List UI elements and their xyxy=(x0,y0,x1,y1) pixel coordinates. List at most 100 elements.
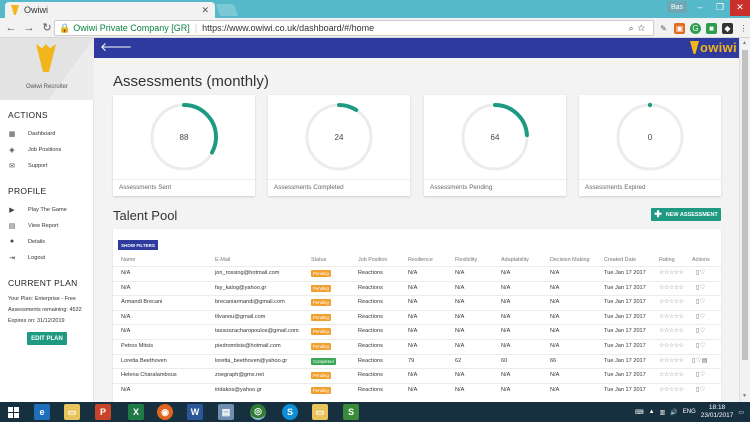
rating-stars[interactable]: ☆☆☆☆☆ xyxy=(659,357,684,364)
firefox-icon[interactable]: ◉ xyxy=(157,404,173,420)
heart-icon[interactable]: ♡ xyxy=(700,314,706,320)
bookmark-star-icon[interactable]: ☆ xyxy=(638,23,649,33)
extension-square-icon[interactable]: ■ xyxy=(706,22,717,34)
column-header-resilience[interactable]: Resilience xyxy=(408,257,433,263)
sidebar-item-job-positions[interactable]: ◈ Job Positions xyxy=(8,146,61,154)
table-row[interactable]: N/A iridakos@yahoo.gr Pending Reactions N/A N… xyxy=(113,382,721,397)
scrollbar-thumb[interactable] xyxy=(742,50,748,360)
sidebar-item-view-report[interactable]: ▤ View Report xyxy=(8,222,59,230)
column-header-rating[interactable]: Rating xyxy=(659,257,675,263)
column-header-adaptability[interactable]: Adaptability xyxy=(501,257,529,263)
snagit-icon[interactable]: S xyxy=(343,404,359,420)
scroll-down-icon[interactable]: ▼ xyxy=(742,393,747,399)
column-header-created-date[interactable]: Created Date xyxy=(604,257,636,263)
rating-stars[interactable]: ☆☆☆☆☆ xyxy=(659,313,684,320)
edit-plan-button[interactable]: EDIT PLAN xyxy=(27,332,67,345)
cell-resilience: N/A xyxy=(408,313,418,320)
browser-tab[interactable]: Owiwi ✕ xyxy=(5,2,215,18)
column-header-status[interactable]: Status xyxy=(311,257,326,263)
rating-stars[interactable]: ☆☆☆☆☆ xyxy=(659,269,684,276)
sidebar-item-logout[interactable]: ⇥ Logout xyxy=(8,254,45,262)
table-row[interactable]: Helena Charalambous zoegraph@gmx.net Pendi… xyxy=(113,368,721,382)
rating-stars[interactable]: ☆☆☆☆☆ xyxy=(659,284,684,291)
excel-icon[interactable]: X xyxy=(128,404,144,420)
heart-icon[interactable]: ♡ xyxy=(700,328,706,334)
table-row[interactable]: Petros Mitsis piedromitsis@hotmail.com Pen… xyxy=(113,339,721,353)
extension-g-icon[interactable]: G xyxy=(690,22,701,34)
forward-icon[interactable]: → xyxy=(22,22,36,34)
cell-decision-making: N/A xyxy=(550,343,560,349)
table-row[interactable]: N/A tlivanou@gmail.com Pending Reactions N/A… xyxy=(113,309,721,324)
cell-resilience: N/A xyxy=(408,299,418,306)
tray-arrow-icon[interactable]: ▲ xyxy=(649,409,655,415)
column-header-actions[interactable]: Actions xyxy=(692,257,710,263)
extension-dark-icon[interactable]: ◆ xyxy=(722,22,733,34)
skype-icon[interactable]: S xyxy=(282,404,298,420)
back-arrow-icon[interactable]: 🡐 xyxy=(100,39,132,54)
new-assessment-button[interactable]: ✚ NEW ASSESSMENT xyxy=(651,208,721,221)
notepad-icon[interactable]: ▤ xyxy=(218,404,234,420)
heart-icon[interactable]: ♡ xyxy=(700,343,706,349)
sidebar-item-support[interactable]: ✉ Support xyxy=(8,162,48,170)
back-icon[interactable]: ← xyxy=(4,22,18,34)
maximize-icon[interactable]: ❐ xyxy=(710,0,730,16)
heart-icon[interactable]: ♡ xyxy=(700,299,706,305)
table-row[interactable]: N/A tassoszacharopoulos@gmail.com Pending R… xyxy=(113,324,721,338)
close-window-icon[interactable]: ✕ xyxy=(730,0,750,16)
extension-pen-icon[interactable]: ✎ xyxy=(658,23,669,34)
keyboard-icon[interactable]: ⌨ xyxy=(635,409,644,416)
rating-stars[interactable]: ☆☆☆☆☆ xyxy=(659,327,684,334)
notifications-icon[interactable]: ▭ xyxy=(738,409,744,416)
folder-icon[interactable]: ▭ xyxy=(312,404,328,420)
chrome-icon[interactable]: ◎ xyxy=(250,404,266,420)
rating-stars[interactable]: ☆☆☆☆☆ xyxy=(659,386,684,393)
rating-stars[interactable]: ☆☆☆☆☆ xyxy=(659,298,684,305)
network-icon[interactable]: ▥ xyxy=(660,409,666,416)
person-icon: ● xyxy=(9,238,15,245)
heart-icon[interactable]: ♡ xyxy=(700,372,706,378)
column-header-email[interactable]: E-Mail xyxy=(215,257,230,263)
column-header-name[interactable]: Name xyxy=(121,257,135,263)
word-icon[interactable]: W xyxy=(187,404,203,420)
menu-dots-icon[interactable]: ⋮ xyxy=(738,23,749,34)
table-row[interactable]: N/A jon_rossing@hotmail.com Pending Reactio… xyxy=(113,266,721,280)
page-scrollbar[interactable]: ▲ ▼ xyxy=(739,38,750,402)
minimize-icon[interactable]: – xyxy=(690,0,710,16)
clock[interactable]: 18:18 23/01/2017 xyxy=(701,404,734,420)
column-header-flexibility[interactable]: Flexibility xyxy=(455,257,477,263)
heart-icon[interactable]: ♡ xyxy=(700,285,706,291)
extension-badge-icon[interactable]: ▣ xyxy=(674,22,685,34)
cell-decision-making: N/A xyxy=(550,313,560,320)
start-button[interactable] xyxy=(0,402,26,422)
language-indicator[interactable]: ENG xyxy=(683,409,696,415)
address-bar[interactable]: 🔒 Owiwi Private Company [GR] | https://w… xyxy=(54,20,654,36)
reload-icon[interactable]: ↻ xyxy=(40,21,54,34)
powerpoint-icon[interactable]: P xyxy=(95,404,111,420)
heart-icon[interactable]: ♡ xyxy=(700,270,706,276)
rating-stars[interactable]: ☆☆☆☆☆ xyxy=(659,371,684,378)
zoom-icon[interactable]: ⌕ xyxy=(629,23,638,33)
table-row[interactable]: N/A fay_kalog@yahoo.gr Pending Reactions N/A… xyxy=(113,280,721,295)
file-explorer-icon[interactable]: ▭ xyxy=(64,404,80,420)
table-row[interactable]: Armandi Brecani brecaniarmandi@gmail.com P… xyxy=(113,295,721,309)
table-row[interactable]: Loretta Beethoven loretta_beethoven@yahoo… xyxy=(113,353,721,368)
heart-icon[interactable]: ♡ xyxy=(700,387,706,393)
scroll-up-icon[interactable]: ▲ xyxy=(742,40,747,46)
column-header-job-position[interactable]: Job Position xyxy=(358,257,387,263)
pdf-icon[interactable]: ▤ xyxy=(702,358,708,364)
sidebar-item-play-the-game[interactable]: ▶ Play The Game xyxy=(8,206,66,214)
rating-stars[interactable]: ☆☆☆☆☆ xyxy=(659,342,684,349)
brand-logo[interactable]: owiwi xyxy=(690,40,737,55)
tab-close-icon[interactable]: ✕ xyxy=(201,5,209,16)
sidebar-item-dashboard[interactable]: ▦ Dashboard xyxy=(8,130,56,138)
column-header-decision-making[interactable]: Decision Making xyxy=(550,257,590,263)
ring-start-dot xyxy=(647,102,653,108)
cell-job-position: Reactions xyxy=(358,386,383,393)
browser-user-badge[interactable]: Bas xyxy=(667,1,688,13)
sidebar-item-details[interactable]: ● Details xyxy=(8,238,45,245)
new-tab-button[interactable] xyxy=(215,4,239,16)
internet-explorer-icon[interactable]: e xyxy=(34,404,50,420)
show-filters-button[interactable]: SHOW FILTERS xyxy=(118,240,158,250)
volume-icon[interactable]: 🔊 xyxy=(670,409,677,416)
cell-name: Helena Charalambous xyxy=(121,372,177,379)
